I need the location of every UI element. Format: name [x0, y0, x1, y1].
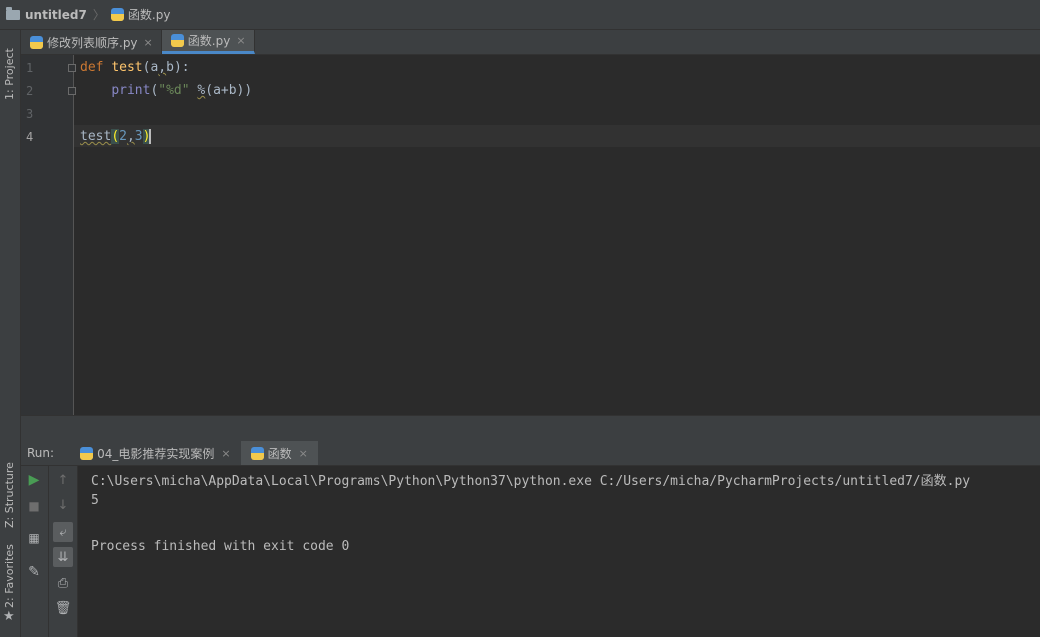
run-icon[interactable]: ▶	[24, 470, 44, 490]
tab-structure[interactable]: Z: Structure	[1, 450, 19, 530]
up-arrow-icon[interactable]: ↑	[53, 470, 73, 490]
code-token: ,	[158, 60, 167, 75]
run-tab-2[interactable]: 函数 ×	[240, 441, 318, 465]
code-token: ):	[173, 60, 190, 75]
console-output-line: 5	[91, 493, 99, 508]
run-actions-toolbar: ▶ ■ ▦ ✎	[21, 466, 49, 637]
code-token: def	[80, 60, 104, 75]
run-tab-label: 04_电影推荐实现案例	[97, 446, 215, 461]
code-token: test	[111, 60, 143, 75]
run-label: Run:	[27, 446, 55, 460]
python-file-icon	[250, 446, 264, 460]
code-line-1: def test(a,b):	[80, 60, 190, 75]
code-token: "%d"	[158, 83, 190, 98]
tab-project-label: 1: Project	[3, 48, 16, 100]
down-arrow-icon[interactable]: ↓	[53, 495, 73, 515]
code-line-2: print("%d" %(a+b))	[80, 83, 252, 98]
code-token: ,	[126, 129, 135, 144]
fold-marker-icon[interactable]	[68, 64, 76, 72]
print-icon[interactable]: ⎙	[53, 573, 73, 593]
console-actions-toolbar: ↑ ↓ ⤶ ⇊ ⎙ 🗑	[49, 466, 78, 637]
left-tool-strip: 1: Project Z: Structure 2: Favorites ★	[0, 30, 21, 637]
line-number: 4	[26, 130, 34, 144]
code-editor[interactable]: 1 2 3 4 def test(a,b): print("%d" %(a+b)…	[21, 55, 1040, 415]
scroll-to-end-icon[interactable]: ⇊	[53, 547, 73, 567]
tab-project[interactable]: 1: Project	[1, 38, 19, 108]
run-tab-label: 函数	[267, 446, 292, 461]
code-token: 3	[134, 129, 143, 144]
gutter: 1 2 3 4	[21, 55, 76, 415]
editor-tab-2[interactable]: 函数.py ×	[161, 30, 255, 54]
star-icon: ★	[3, 609, 15, 624]
soft-wrap-icon[interactable]: ⤶	[53, 522, 73, 542]
breadcrumb-file-label: 函数.py	[127, 8, 171, 22]
close-icon[interactable]: ×	[236, 34, 245, 47]
python-file-icon	[110, 8, 124, 21]
navigation-bar: untitled7 〉 函数.py	[0, 0, 1040, 30]
editor-bottom-divider	[21, 415, 1040, 441]
run-console[interactable]: C:\Users\micha\AppData\Local\Programs\Py…	[78, 466, 1040, 637]
layout-icon[interactable]: ▦	[24, 528, 44, 548]
code-line-4: test(2,3)	[80, 129, 152, 144]
close-icon[interactable]: ×	[221, 447, 230, 460]
close-icon[interactable]: ×	[144, 36, 153, 49]
stop-icon[interactable]: ■	[24, 496, 44, 516]
code-token: (	[111, 129, 120, 144]
line-number: 3	[26, 107, 34, 121]
pin-icon[interactable]: ✎	[24, 562, 44, 582]
line-number: 1	[26, 61, 34, 75]
console-exit-message: Process finished with exit code 0	[91, 539, 350, 554]
run-tab-1[interactable]: 04_电影推荐实现案例 ×	[70, 441, 241, 465]
breadcrumb-project[interactable]: untitled7	[6, 6, 87, 22]
editor-tab-1[interactable]: 修改列表顺序.py ×	[21, 30, 162, 54]
breadcrumb-project-label: untitled7	[25, 7, 87, 22]
editor-tab-label: 函数.py	[187, 34, 231, 48]
tab-favorites-label: 2: Favorites	[3, 544, 16, 608]
editor-tabs: 修改列表顺序.py × 函数.py ×	[21, 30, 1040, 55]
line-number: 2	[26, 84, 34, 98]
tab-structure-label: Z: Structure	[3, 462, 16, 528]
breadcrumb-file[interactable]: 函数.py	[110, 6, 171, 23]
code-token: 2	[119, 129, 127, 144]
python-file-icon	[80, 446, 94, 460]
text-caret	[149, 129, 152, 144]
code-token: test	[80, 129, 112, 144]
editor-tab-label: 修改列表顺序.py	[47, 35, 138, 50]
close-icon[interactable]: ×	[299, 447, 308, 460]
code-token: (a+b))	[205, 83, 253, 98]
code-token: print	[111, 83, 151, 98]
code-token: b	[166, 60, 174, 75]
breadcrumb-separator: 〉	[92, 8, 105, 22]
python-file-icon	[170, 34, 184, 47]
fold-marker-icon[interactable]	[68, 87, 76, 95]
run-toolbar: Run: 04_电影推荐实现案例 × 函数 ×	[21, 441, 1040, 466]
trash-icon[interactable]: 🗑	[53, 598, 73, 618]
folder-icon	[6, 6, 20, 20]
current-line-highlight	[74, 125, 1040, 147]
python-file-icon	[30, 35, 43, 49]
console-command-line: C:\Users\micha\AppData\Local\Programs\Py…	[91, 474, 971, 489]
